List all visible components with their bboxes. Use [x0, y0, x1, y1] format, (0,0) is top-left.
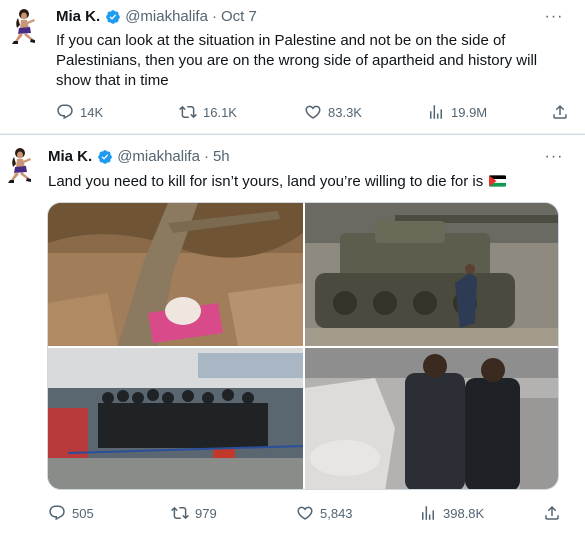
timestamp[interactable]: 5h: [213, 148, 230, 165]
repost-button[interactable]: 16.1K: [179, 102, 237, 122]
palestine-flag-emoji: [489, 175, 507, 187]
tweet-text: If you can look at the situation in Pale…: [56, 32, 538, 89]
reply-icon: [56, 103, 74, 121]
separator: ·: [203, 148, 209, 165]
timestamp[interactable]: Oct 7: [221, 8, 257, 25]
user-handle[interactable]: @miakhalifa: [125, 8, 208, 25]
repost-count: 16.1K: [203, 104, 237, 120]
tweet-header: Mia K. @miakhalifa · Oct 7: [56, 8, 257, 25]
media-image-airport-crowd[interactable]: [48, 348, 303, 490]
media-image-street[interactable]: [305, 348, 559, 490]
tweet-text-content: Land you need to kill for isn’t yours, l…: [48, 173, 484, 190]
like-icon: [304, 103, 322, 121]
views-button[interactable]: 398.8K: [419, 503, 484, 523]
avatar[interactable]: [8, 8, 42, 48]
tweet-2[interactable]: Mia K. @miakhalifa · 5h ··· Land you nee…: [0, 134, 585, 536]
views-button[interactable]: 19.9M: [427, 102, 487, 122]
separator: ·: [211, 8, 217, 25]
more-icon[interactable]: ···: [543, 149, 565, 170]
repost-icon: [171, 504, 189, 522]
display-name[interactable]: Mia K.: [48, 148, 92, 165]
action-bar: 14K 16.1K 83.3K 19.9M: [0, 102, 585, 122]
more-icon[interactable]: ···: [543, 9, 565, 30]
views-icon: [427, 103, 445, 121]
views-count: 19.9M: [451, 104, 488, 120]
like-button[interactable]: 5,843: [296, 503, 353, 523]
verified-badge-icon: [105, 9, 121, 25]
like-count: 5,843: [320, 505, 353, 521]
share-button[interactable]: [551, 102, 569, 122]
views-count: 398.8K: [443, 505, 485, 521]
like-icon: [296, 504, 314, 522]
avatar[interactable]: [4, 147, 38, 187]
like-count: 83.3K: [328, 104, 362, 120]
share-button[interactable]: [543, 503, 561, 523]
repost-button[interactable]: 979: [171, 503, 217, 523]
repost-icon: [179, 103, 197, 121]
action-bar: 505 979 5,843 398.8K: [0, 503, 585, 523]
reply-count: 14K: [80, 104, 104, 120]
share-icon: [551, 103, 569, 121]
display-name[interactable]: Mia K.: [56, 8, 100, 25]
reply-icon: [48, 504, 66, 522]
user-handle[interactable]: @miakhalifa: [117, 148, 200, 165]
reply-button[interactable]: 505: [48, 503, 94, 523]
tweet-text: Land you need to kill for isn’t yours, l…: [48, 172, 568, 192]
tweet-header: Mia K. @miakhalifa · 5h: [48, 148, 230, 165]
share-icon: [543, 504, 561, 522]
verified-badge-icon: [97, 149, 113, 165]
media-image-tank[interactable]: [305, 203, 559, 346]
reply-count: 505: [72, 505, 94, 521]
views-icon: [419, 504, 437, 522]
tweet-1[interactable]: Mia K. @miakhalifa · Oct 7 ··· If you ca…: [0, 0, 585, 134]
repost-count: 979: [195, 505, 217, 521]
media-image-olive-tree[interactable]: [48, 203, 303, 346]
like-button[interactable]: 83.3K: [304, 102, 362, 122]
reply-button[interactable]: 14K: [56, 102, 103, 122]
media-grid[interactable]: [47, 202, 559, 490]
